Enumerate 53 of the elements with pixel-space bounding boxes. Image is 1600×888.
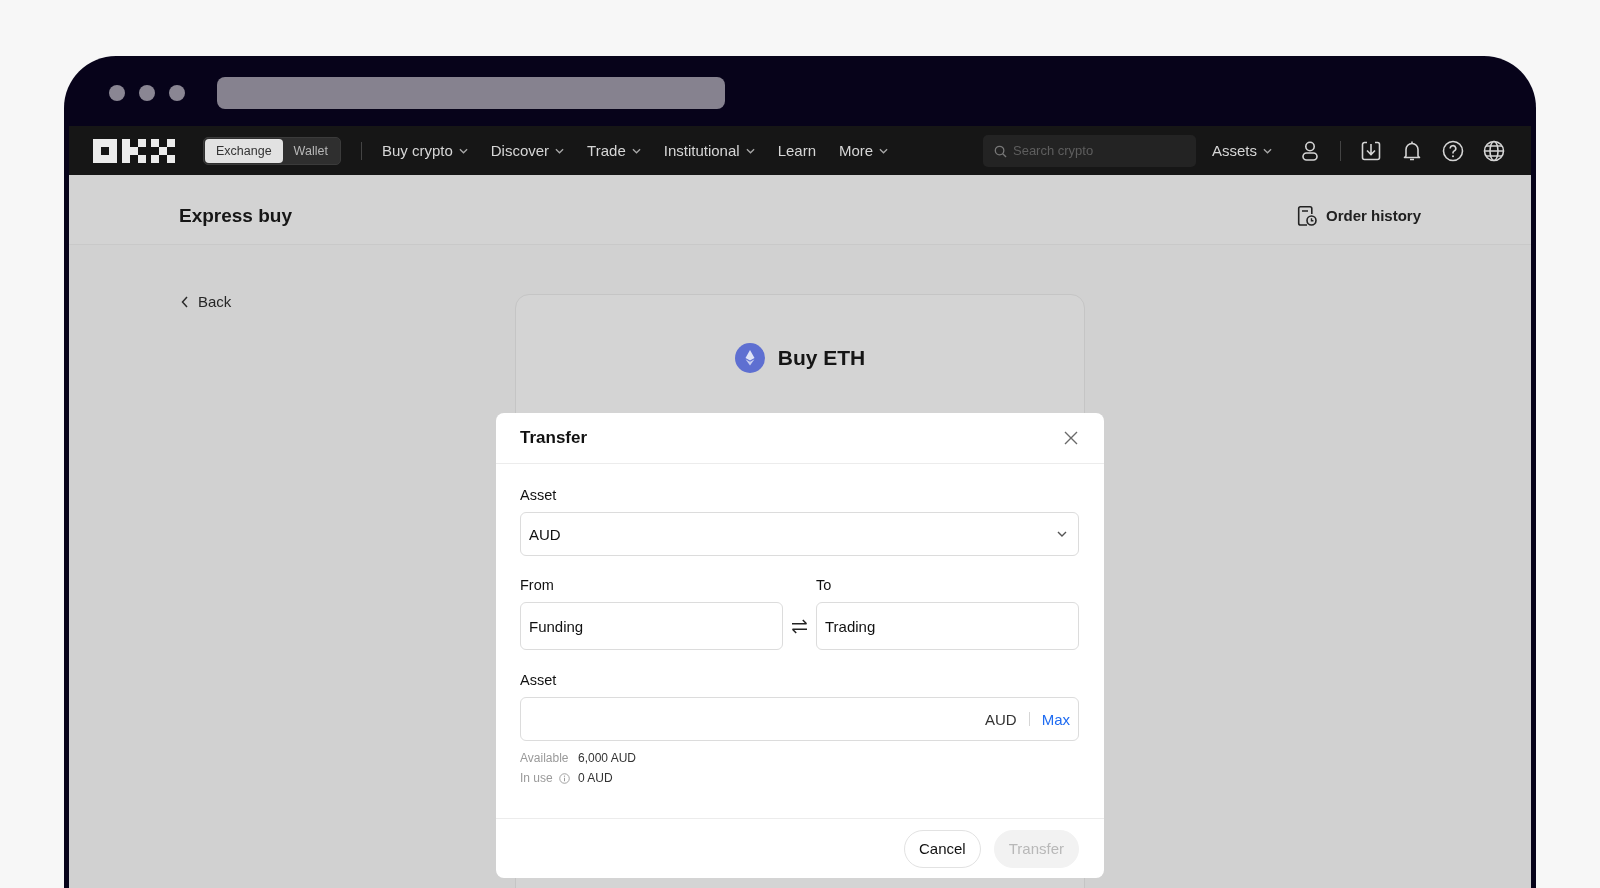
- user-icon[interactable]: [1299, 139, 1321, 162]
- caret-icon: [631, 147, 641, 154]
- balance-label: Available: [520, 751, 569, 766]
- caret-icon: [1263, 147, 1272, 154]
- nav-menu-item[interactable]: Institutional: [663, 142, 755, 159]
- balance-value: 6,000 AUD: [578, 751, 637, 766]
- nav-menu-item[interactable]: Trade: [587, 142, 641, 159]
- caret-icon: [745, 147, 755, 154]
- dialog-button[interactable]: Cancel: [904, 829, 981, 868]
- download-icon[interactable]: [1360, 139, 1382, 162]
- card-title: Buy ETH: [777, 346, 866, 370]
- ethereum-icon: [734, 343, 765, 373]
- search-icon: [994, 144, 1007, 158]
- mode-tab[interactable]: Wallet: [282, 138, 339, 163]
- to-account-field[interactable]: Trading: [816, 602, 1079, 650]
- nav-menu-item[interactable]: Discover: [490, 142, 565, 159]
- page-title: Express buy: [179, 204, 292, 227]
- caret-icon: [458, 147, 468, 154]
- nav-menu-item[interactable]: Buy crypto: [381, 142, 468, 159]
- balance-value: 0 AUD: [578, 771, 613, 786]
- from-account-field[interactable]: Funding: [520, 602, 783, 650]
- field-label: Asset: [520, 672, 557, 689]
- caret-icon: [555, 147, 565, 154]
- dialog-title: Transfer: [520, 428, 588, 448]
- bell-icon[interactable]: [1401, 139, 1423, 162]
- close-button[interactable]: [1063, 430, 1079, 446]
- help-icon[interactable]: [1442, 139, 1464, 162]
- chevron-down-icon: [1057, 531, 1067, 537]
- window-dot-icon: [139, 85, 155, 101]
- nav-menu-item[interactable]: More: [839, 142, 889, 159]
- order-history-link[interactable]: Order history: [1296, 204, 1421, 227]
- close-icon: [1064, 431, 1078, 445]
- chevron-left-icon: [181, 295, 188, 308]
- balance-label: In use: [520, 771, 553, 786]
- document-clock-icon: [1296, 204, 1317, 227]
- search-field[interactable]: Search crypto: [983, 134, 1196, 167]
- amount-field[interactable]: AUD Max: [520, 697, 1079, 741]
- nav-menu-item[interactable]: Learn: [777, 142, 816, 159]
- caret-icon: [879, 147, 889, 154]
- mode-tab[interactable]: Exchange: [205, 138, 283, 163]
- assets-menu[interactable]: Assets: [1212, 142, 1272, 159]
- window-dot-icon: [109, 85, 125, 101]
- globe-icon[interactable]: [1483, 139, 1505, 162]
- swap-arrows-icon[interactable]: [791, 618, 808, 634]
- field-label: From: [520, 577, 554, 594]
- asset-select[interactable]: AUD: [520, 512, 1079, 556]
- field-label: Asset: [520, 487, 557, 504]
- max-button[interactable]: Max: [1041, 710, 1070, 728]
- field-label: To: [816, 577, 832, 594]
- logo-icon[interactable]: [93, 138, 175, 163]
- back-link[interactable]: Back: [181, 293, 232, 310]
- currency-label: AUD: [985, 710, 1017, 728]
- window-dot-icon: [169, 85, 185, 101]
